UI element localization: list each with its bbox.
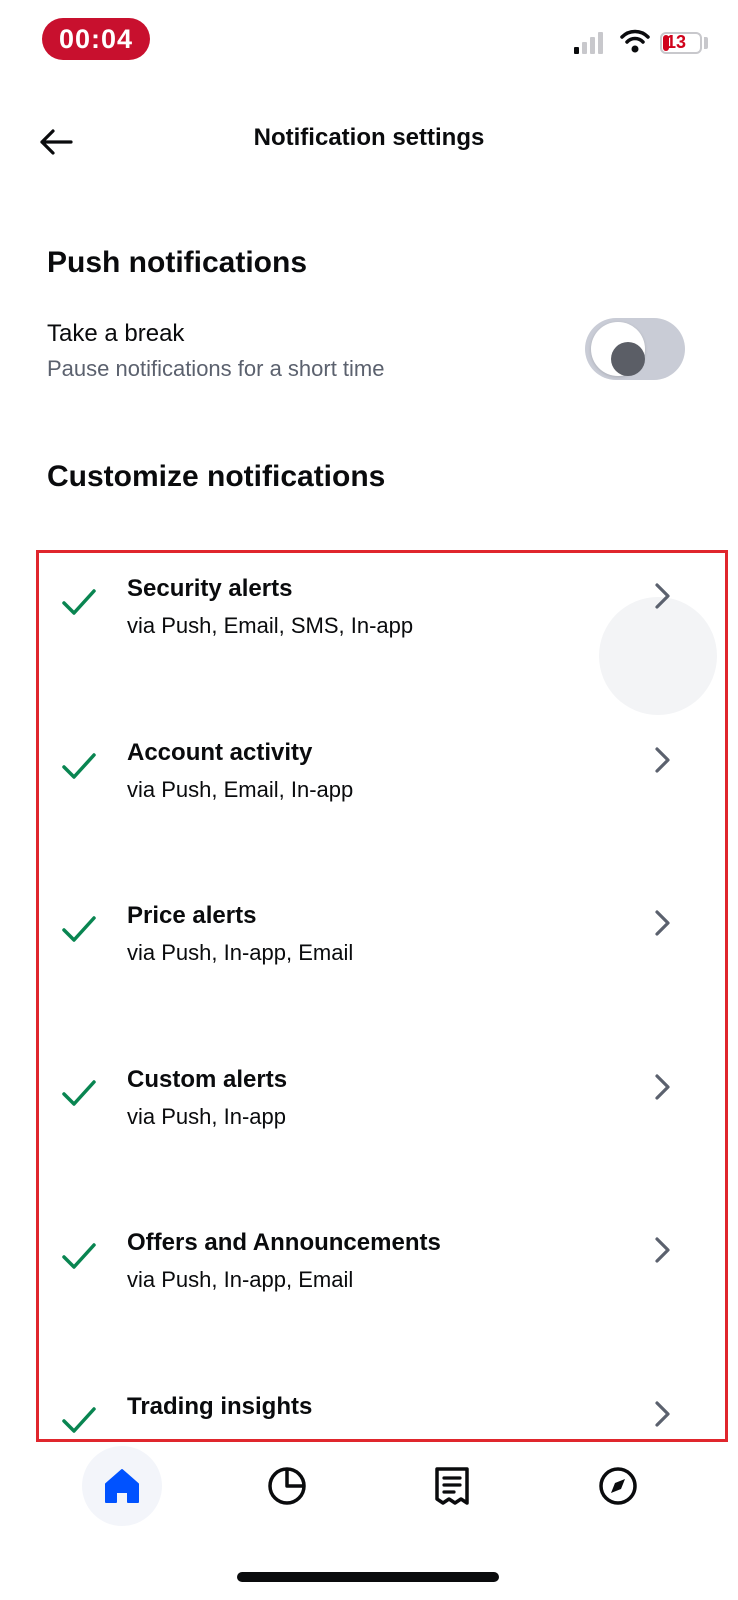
check-icon	[62, 1407, 96, 1433]
signal-icon	[574, 32, 603, 54]
list-item-title: Price alerts	[127, 902, 257, 929]
chevron-right-icon	[655, 747, 670, 773]
chevron-right-icon	[655, 910, 670, 936]
list-item-channels: via Push, In-app	[127, 1104, 286, 1129]
chevron-right-icon	[655, 583, 670, 609]
list-item-title: Custom alerts	[127, 1066, 288, 1093]
chevron-right-icon	[655, 1237, 670, 1263]
chevron-right-icon	[655, 1401, 670, 1427]
page-title: Notification settings	[253, 124, 485, 151]
wifi-icon	[620, 29, 650, 53]
list-item-title: Security alerts	[127, 575, 293, 602]
take-a-break-row: Take a break Pause notifications for a s…	[0, 312, 738, 392]
customize-notifications-heading: Customize notifications	[47, 460, 386, 493]
list-item-custom-alerts[interactable]: Custom alerts via Push, In-app	[39, 1052, 725, 1162]
home-indicator	[237, 1572, 499, 1582]
status-time: 00:04	[42, 18, 150, 60]
list-item-price-alerts[interactable]: Price alerts via Push, In-app, Email	[39, 888, 725, 998]
list-item-account-activity[interactable]: Account activity via Push, Email, In-app	[39, 725, 725, 835]
list-item-title: Offers and Announcements	[127, 1229, 441, 1256]
take-a-break-title: Take a break	[47, 320, 185, 347]
battery-level: 13	[666, 32, 687, 52]
explore-compass-icon	[599, 1467, 637, 1505]
list-item-offers-announcements[interactable]: Offers and Announcements via Push, In-ap…	[39, 1215, 725, 1325]
list-item-channels: via Push, Email, In-app	[127, 777, 354, 802]
take-a-break-toggle[interactable]	[585, 318, 685, 380]
list-item-channels: via Push, In-app, Email	[127, 940, 354, 965]
portfolio-pie-icon	[268, 1467, 306, 1505]
header: Notification settings	[0, 108, 738, 172]
chevron-right-icon	[655, 1074, 670, 1100]
list-item-trading-insights[interactable]: Trading insights	[39, 1379, 725, 1439]
check-icon	[62, 589, 96, 615]
nav-explore[interactable]	[578, 1446, 658, 1526]
take-a-break-subtitle: Pause notifications for a short time	[47, 356, 385, 381]
bottom-navigation	[0, 1440, 738, 1540]
orders-receipt-icon	[435, 1467, 469, 1505]
nav-orders[interactable]	[412, 1446, 492, 1526]
list-item-title: Account activity	[127, 739, 313, 766]
check-icon	[62, 753, 96, 779]
push-notifications-heading: Push notifications	[47, 246, 308, 279]
battery-icon: 13	[660, 32, 708, 54]
check-icon	[62, 1243, 96, 1269]
check-icon	[62, 1080, 96, 1106]
check-icon	[62, 916, 96, 942]
notification-categories-list: Security alerts via Push, Email, SMS, In…	[36, 550, 728, 1442]
nav-home[interactable]	[82, 1446, 162, 1526]
list-item-channels: via Push, Email, SMS, In-app	[127, 613, 414, 638]
list-item-security-alerts[interactable]: Security alerts via Push, Email, SMS, In…	[39, 561, 725, 671]
list-item-channels: via Push, In-app, Email	[127, 1267, 354, 1292]
nav-portfolio[interactable]	[247, 1446, 327, 1526]
home-icon	[105, 1469, 139, 1503]
status-bar: 00:04 13	[0, 0, 738, 80]
list-item-title: Trading insights	[127, 1393, 313, 1420]
toggle-knob-dot	[611, 342, 645, 376]
